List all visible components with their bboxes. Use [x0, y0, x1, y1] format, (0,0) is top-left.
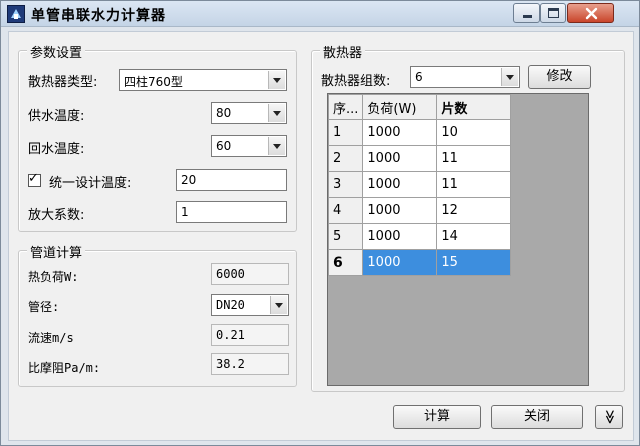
friction-field: 38.2 [211, 353, 289, 375]
unify-temp-input[interactable]: 20 [176, 169, 287, 191]
row-load[interactable]: 1000 [362, 171, 438, 198]
table-header-row: 序... 负荷(W) 片数 [327, 94, 512, 120]
row-load[interactable]: 1000 [362, 223, 438, 250]
unify-temp-value: 20 [181, 173, 197, 187]
close-button[interactable]: 关闭 [491, 405, 583, 429]
heat-load-field: 6000 [211, 263, 289, 285]
app-icon [7, 5, 25, 23]
supply-temp-label: 供水温度: [28, 109, 85, 124]
row-load[interactable]: 1000 [362, 249, 438, 276]
table-row[interactable]: 3 1000 11 [327, 171, 512, 198]
scale-factor-value: 1 [181, 205, 189, 219]
chevron-down-icon[interactable] [268, 137, 285, 155]
chevron-down-icon[interactable] [501, 68, 518, 86]
row-load[interactable]: 1000 [362, 145, 438, 172]
maximize-button[interactable] [540, 3, 566, 23]
unify-temp-checkbox[interactable]: ✓ [28, 171, 41, 187]
scale-factor-label: 放大系数: [28, 208, 85, 223]
radiator-table: 序... 负荷(W) 片数 1 1000 10 2 1000 11 3 1000 [327, 94, 512, 276]
return-temp-value: 60 [216, 139, 232, 153]
row-pieces[interactable]: 11 [436, 171, 512, 198]
minimize-icon [523, 15, 532, 18]
table-row[interactable]: 4 1000 12 [327, 197, 512, 224]
close-window-button[interactable] [567, 3, 614, 23]
unify-temp-label: 统一设计温度: [49, 176, 132, 191]
table-row[interactable]: 5 1000 14 [327, 223, 512, 250]
table-row[interactable]: 2 1000 11 [327, 145, 512, 172]
window-title: 单管串联水力计算器 [31, 8, 166, 24]
table-row[interactable]: 1 1000 10 [327, 119, 512, 146]
title-bar[interactable]: 单管串联水力计算器 [1, 1, 639, 27]
velocity-label: 流速m/s [28, 331, 74, 345]
row-load[interactable]: 1000 [362, 197, 438, 224]
supply-temp-value: 80 [216, 106, 232, 120]
radiator-count-value: 6 [415, 70, 423, 84]
scale-factor-input[interactable]: 1 [176, 201, 287, 223]
dialog-body: 参数设置 散热器类型: 四柱760型 供水温度: 80 回水温度: 60 ✓ 统… [8, 31, 634, 441]
row-seq[interactable]: 2 [327, 145, 364, 172]
velocity-value: 0.21 [216, 328, 245, 342]
maximize-icon [548, 8, 559, 18]
radiator-type-select[interactable]: 四柱760型 [119, 69, 287, 91]
radiator-count-label: 散热器组数: [321, 74, 391, 89]
pipe-legend: 管道计算 [27, 242, 86, 261]
return-temp-label: 回水温度: [28, 142, 85, 157]
radiator-type-value: 四柱760型 [124, 75, 183, 89]
pipe-diameter-select[interactable]: DN20 [211, 294, 289, 316]
calculate-button[interactable]: 计算 [393, 405, 481, 429]
row-seq[interactable]: 4 [327, 197, 364, 224]
radiator-type-label: 散热器类型: [28, 75, 98, 90]
pipe-diameter-label: 管径: [28, 300, 60, 314]
radiator-count-select[interactable]: 6 [410, 66, 520, 88]
params-legend: 参数设置 [27, 42, 86, 61]
modify-button[interactable]: 修改 [528, 65, 591, 89]
col-header-load[interactable]: 负荷(W) [362, 94, 438, 120]
col-header-seq[interactable]: 序... [327, 94, 364, 120]
expand-button[interactable]: ≫ [595, 405, 623, 429]
row-pieces[interactable]: 14 [436, 223, 512, 250]
col-header-pieces[interactable]: 片数 [436, 94, 512, 120]
minimize-button[interactable] [513, 3, 540, 23]
return-temp-select[interactable]: 60 [211, 135, 287, 157]
row-pieces[interactable]: 12 [436, 197, 512, 224]
app-window: 单管串联水力计算器 参数设置 散热器类型: 四柱760型 供水温度: 80 回水… [0, 0, 640, 446]
row-pieces[interactable]: 11 [436, 145, 512, 172]
friction-value: 38.2 [216, 357, 245, 371]
row-pieces[interactable]: 15 [436, 249, 512, 276]
checkmark-icon: ✓ [28, 171, 39, 186]
close-icon [585, 7, 598, 20]
heat-load-value: 6000 [216, 267, 245, 281]
double-chevron-down-icon: ≫ [601, 409, 617, 425]
chevron-down-icon[interactable] [268, 71, 285, 89]
pipe-diameter-value: DN20 [216, 298, 245, 312]
friction-label: 比摩阻Pa/m: [28, 361, 101, 375]
supply-temp-select[interactable]: 80 [211, 102, 287, 124]
row-seq[interactable]: 3 [327, 171, 364, 198]
velocity-field: 0.21 [211, 324, 289, 346]
chevron-down-icon[interactable] [268, 104, 285, 122]
radiator-legend: 散热器 [320, 42, 366, 61]
row-seq[interactable]: 6 [327, 249, 364, 276]
chevron-down-icon[interactable] [270, 296, 287, 314]
row-pieces[interactable]: 10 [436, 119, 512, 146]
row-seq[interactable]: 1 [327, 119, 364, 146]
radiator-grid[interactable]: 序... 负荷(W) 片数 1 1000 10 2 1000 11 3 1000 [327, 93, 589, 386]
table-row-selected[interactable]: 6 1000 15 [327, 249, 512, 276]
heat-load-label: 热负荷W: [28, 270, 79, 284]
row-load[interactable]: 1000 [362, 119, 438, 146]
row-seq[interactable]: 5 [327, 223, 364, 250]
